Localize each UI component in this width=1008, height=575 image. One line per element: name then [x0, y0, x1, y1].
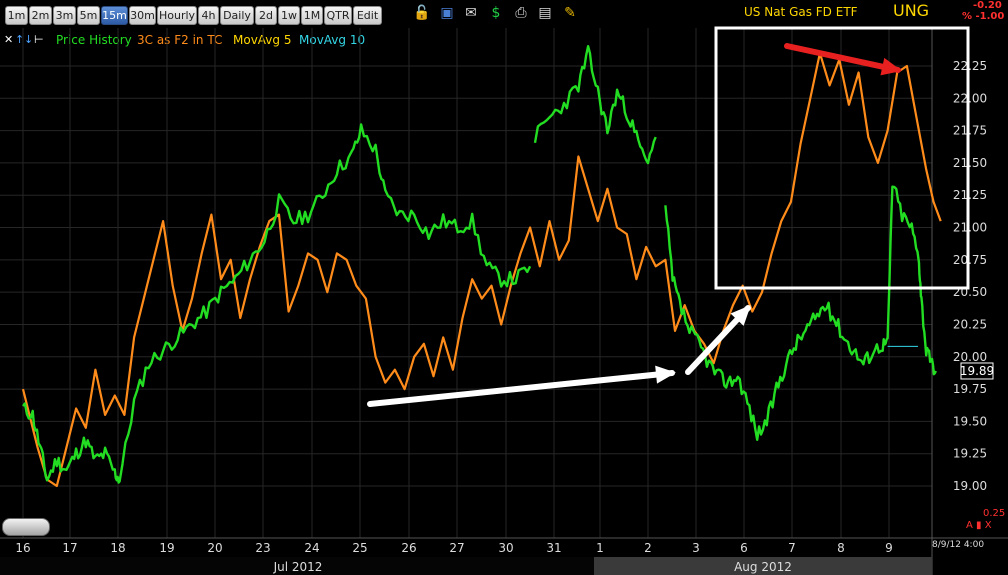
month-label: Aug 2012	[734, 560, 792, 574]
y-tick-label: 22.25	[953, 59, 987, 73]
y-tick-label: 19.50	[953, 414, 987, 428]
y-tick-label: 21.00	[953, 221, 987, 235]
x-tick-label: 6	[740, 541, 748, 555]
chart-canvas: 16 17 18 19 20 23 24 25 26 27 30 31 1 2 3 6 7 8 919.0019.2…	[0, 26, 1008, 575]
y-tick-label: 20.00	[953, 350, 987, 364]
x-tick-label: 7	[788, 541, 796, 555]
x-tick-label: 8	[837, 541, 845, 555]
x-tick-label: 3	[692, 541, 700, 555]
annotation-arrow-white-1	[367, 370, 675, 407]
x-tick-label: 17	[62, 541, 77, 555]
x-tick-label: 26	[401, 541, 416, 555]
x-tick-label: 23	[255, 541, 270, 555]
scroll-handle[interactable]	[2, 518, 50, 536]
x-tick-label: 30	[498, 541, 513, 555]
x-tick-label: 19	[159, 541, 174, 555]
y-tick-label: 20.25	[953, 317, 987, 331]
x-tick-label: 24	[304, 541, 319, 555]
month-label: Jul 2012	[273, 560, 323, 574]
y-tick-label: 19.00	[953, 479, 987, 493]
timestamp: 8/9/12 4:00	[932, 540, 985, 550]
y-tick-label: 21.75	[953, 124, 987, 138]
x-tick-label: 9	[885, 541, 893, 555]
x-tick-label: 20	[207, 541, 222, 555]
y-tick-label: 21.50	[953, 156, 987, 170]
secondary-value: 0.25	[983, 508, 1006, 519]
series-price-line	[664, 185, 937, 441]
last-price-label: 19.89	[960, 364, 994, 378]
x-tick-label: 18	[110, 541, 125, 555]
x-tick-label: 1	[596, 541, 604, 555]
x-tick-label: 31	[546, 541, 561, 555]
x-tick-label: 16	[15, 541, 30, 555]
y-tick-label: 19.75	[953, 382, 987, 396]
y-tick-label: 22.00	[953, 91, 987, 105]
x-tick-label: 27	[449, 541, 464, 555]
x-tick-label: 25	[352, 541, 367, 555]
series-price-line	[533, 45, 657, 165]
series-price-line	[22, 123, 532, 484]
axis-toggle-icons[interactable]: A ▮ X	[966, 520, 992, 531]
x-tick-label: 2	[644, 541, 652, 555]
y-tick-label: 19.25	[953, 447, 987, 461]
y-tick-label: 21.25	[953, 188, 987, 202]
y-tick-label: 20.75	[953, 253, 987, 267]
